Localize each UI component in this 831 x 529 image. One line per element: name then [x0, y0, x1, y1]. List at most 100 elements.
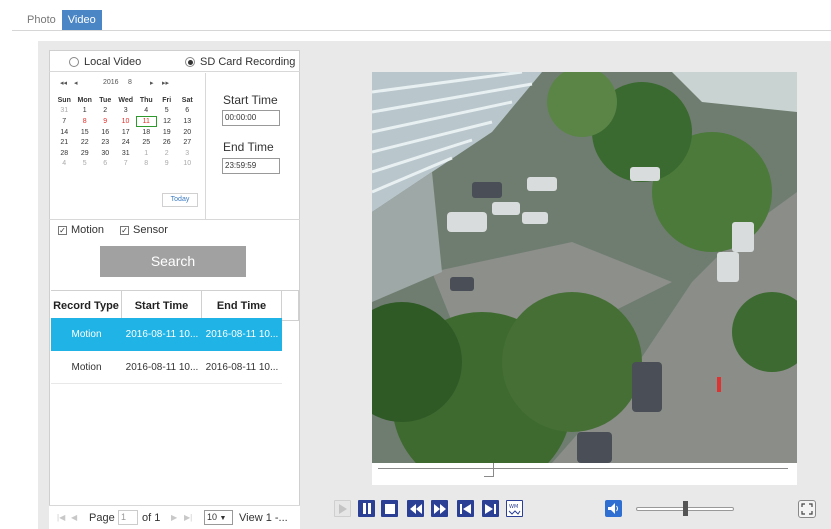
next-frame-icon[interactable]	[482, 500, 499, 517]
prev-page-icon[interactable]: ◀	[71, 513, 77, 522]
sensor-label: Sensor	[133, 224, 168, 236]
next-month-icon[interactable]: ▸	[150, 79, 154, 87]
tab-video[interactable]: Video	[61, 10, 102, 30]
table-row[interactable]: Motion 2016-08-11 10... 2016-08-11 10...	[51, 351, 282, 384]
calendar-day[interactable]: 7	[54, 116, 75, 127]
calendar-day[interactable]: 9	[95, 116, 116, 127]
calendar-day[interactable]: 16	[95, 127, 116, 138]
today-button[interactable]: Today	[162, 193, 198, 207]
start-time-input[interactable]: 00:00:00	[222, 110, 280, 126]
weekday-header: Thu	[139, 96, 153, 104]
last-page-icon[interactable]: ▶|	[184, 513, 192, 522]
calendar-day[interactable]: 14	[54, 127, 75, 138]
calendar-day[interactable]: 21	[54, 137, 75, 148]
page-input[interactable]: 1	[118, 510, 138, 525]
chevron-down-icon: ▼	[219, 515, 227, 522]
calendar-day[interactable]: 1	[136, 148, 157, 159]
calendar-day[interactable]: 25	[136, 137, 157, 148]
motion-label: Motion	[71, 224, 105, 236]
watermark-icon[interactable]: WM	[506, 500, 523, 517]
fast-forward-icon[interactable]	[431, 500, 448, 517]
next-year-icon[interactable]: ▸▸	[162, 79, 169, 87]
playback-timeline[interactable]	[372, 463, 797, 485]
row-record-type: Motion	[71, 362, 102, 373]
row-start-time: 2016-08-11 10...	[125, 362, 199, 373]
calendar-day[interactable]: 3	[177, 148, 198, 159]
fullscreen-icon[interactable]	[798, 500, 816, 518]
weekday-header: Sun	[57, 96, 71, 104]
volume-icon[interactable]	[605, 500, 622, 517]
calendar-day[interactable]: 17	[116, 127, 137, 138]
pause-icon[interactable]	[358, 500, 375, 517]
calendar-day[interactable]: 6	[95, 159, 116, 170]
calendar-day[interactable]: 23	[95, 137, 116, 148]
calendar-day[interactable]: 24	[116, 137, 137, 148]
calendar-day[interactable]: 8	[75, 116, 96, 127]
weekday-header: Fri	[162, 96, 172, 104]
previous-frame-icon[interactable]	[457, 500, 474, 517]
table-row[interactable]: Motion 2016-08-11 10... 2016-08-11 10...	[51, 318, 282, 351]
prev-month-icon[interactable]: ◂	[74, 79, 78, 87]
rewind-icon[interactable]	[407, 500, 424, 517]
column-header-end-time: End Time	[202, 291, 282, 321]
stop-icon[interactable]	[381, 500, 398, 517]
calendar-day[interactable]: 9	[157, 159, 178, 170]
calendar-day[interactable]: 3	[116, 106, 137, 117]
radio-icon	[69, 57, 79, 67]
weekday-header: Tue	[99, 96, 112, 104]
calendar-day[interactable]: 31	[116, 148, 137, 159]
calendar-day[interactable]: 8	[136, 159, 157, 170]
page-label: Page	[89, 512, 115, 524]
calendar-day[interactable]: 20	[177, 127, 198, 138]
calendar-day[interactable]: 29	[75, 148, 96, 159]
calendar-day[interactable]: 6	[177, 106, 198, 117]
calendar-day[interactable]: 7	[116, 159, 137, 170]
weekday-header: Sat	[181, 96, 193, 104]
calendar-day[interactable]: 1	[75, 106, 96, 117]
motion-checkbox[interactable]: ✓ Motion	[58, 224, 104, 236]
tab-divider	[12, 30, 831, 31]
page-size-select[interactable]: 10 ▼	[204, 510, 233, 525]
calendar-day[interactable]: 4	[136, 106, 157, 117]
timeline-cursor-foot	[484, 476, 494, 477]
tab-bar: Photo Video	[21, 10, 102, 30]
sd-card-radio[interactable]: SD Card Recording	[185, 56, 295, 68]
calendar-day[interactable]: 15	[75, 127, 96, 138]
calendar-day[interactable]: 26	[157, 137, 178, 148]
calendar-day[interactable]: 5	[157, 106, 178, 117]
timeline-cursor[interactable]	[493, 463, 494, 477]
volume-slider-knob[interactable]	[683, 501, 688, 516]
sensor-checkbox[interactable]: ✓ Sensor	[120, 224, 168, 236]
calendar-day[interactable]: 18	[136, 127, 157, 138]
calendar-day[interactable]: 10	[116, 116, 137, 127]
radio-selected-icon	[185, 57, 195, 67]
calendar-day[interactable]: 11	[135, 115, 157, 128]
video-player[interactable]	[372, 72, 797, 463]
calendar-day[interactable]: 27	[177, 137, 198, 148]
page-count: of 1	[142, 512, 161, 524]
row-end-time: 2016-08-11 10...	[205, 362, 279, 373]
calendar-day[interactable]: 2	[95, 106, 116, 117]
next-page-icon[interactable]: ▶	[171, 513, 177, 522]
check-icon: ✓	[120, 225, 129, 235]
calendar-day[interactable]: 19	[157, 127, 178, 138]
calendar-day[interactable]: 5	[75, 159, 96, 170]
calendar-day[interactable]: 31	[54, 106, 75, 117]
calendar-day[interactable]: 12	[157, 116, 178, 127]
local-video-radio[interactable]: Local Video	[69, 56, 141, 68]
prev-year-icon[interactable]: ◂◂	[60, 79, 67, 87]
calendar-day[interactable]: 13	[177, 116, 198, 127]
calendar-day[interactable]: 22	[75, 137, 96, 148]
calendar-day[interactable]: 28	[54, 148, 75, 159]
tab-photo[interactable]: Photo	[21, 10, 62, 30]
calendar-day[interactable]: 10	[177, 159, 198, 170]
calendar-day[interactable]: 4	[54, 159, 75, 170]
search-button[interactable]: Search	[100, 246, 246, 277]
pagination: |◀ ◀ Page 1 of 1 ▶ ▶| 10 ▼ View 1 -...	[49, 505, 300, 529]
play-icon[interactable]	[334, 500, 351, 517]
filter-divider	[49, 219, 300, 220]
end-time-input[interactable]: 23:59:59	[222, 158, 280, 174]
first-page-icon[interactable]: |◀	[57, 513, 65, 522]
calendar-day[interactable]: 30	[95, 148, 116, 159]
calendar-day[interactable]: 2	[157, 148, 178, 159]
